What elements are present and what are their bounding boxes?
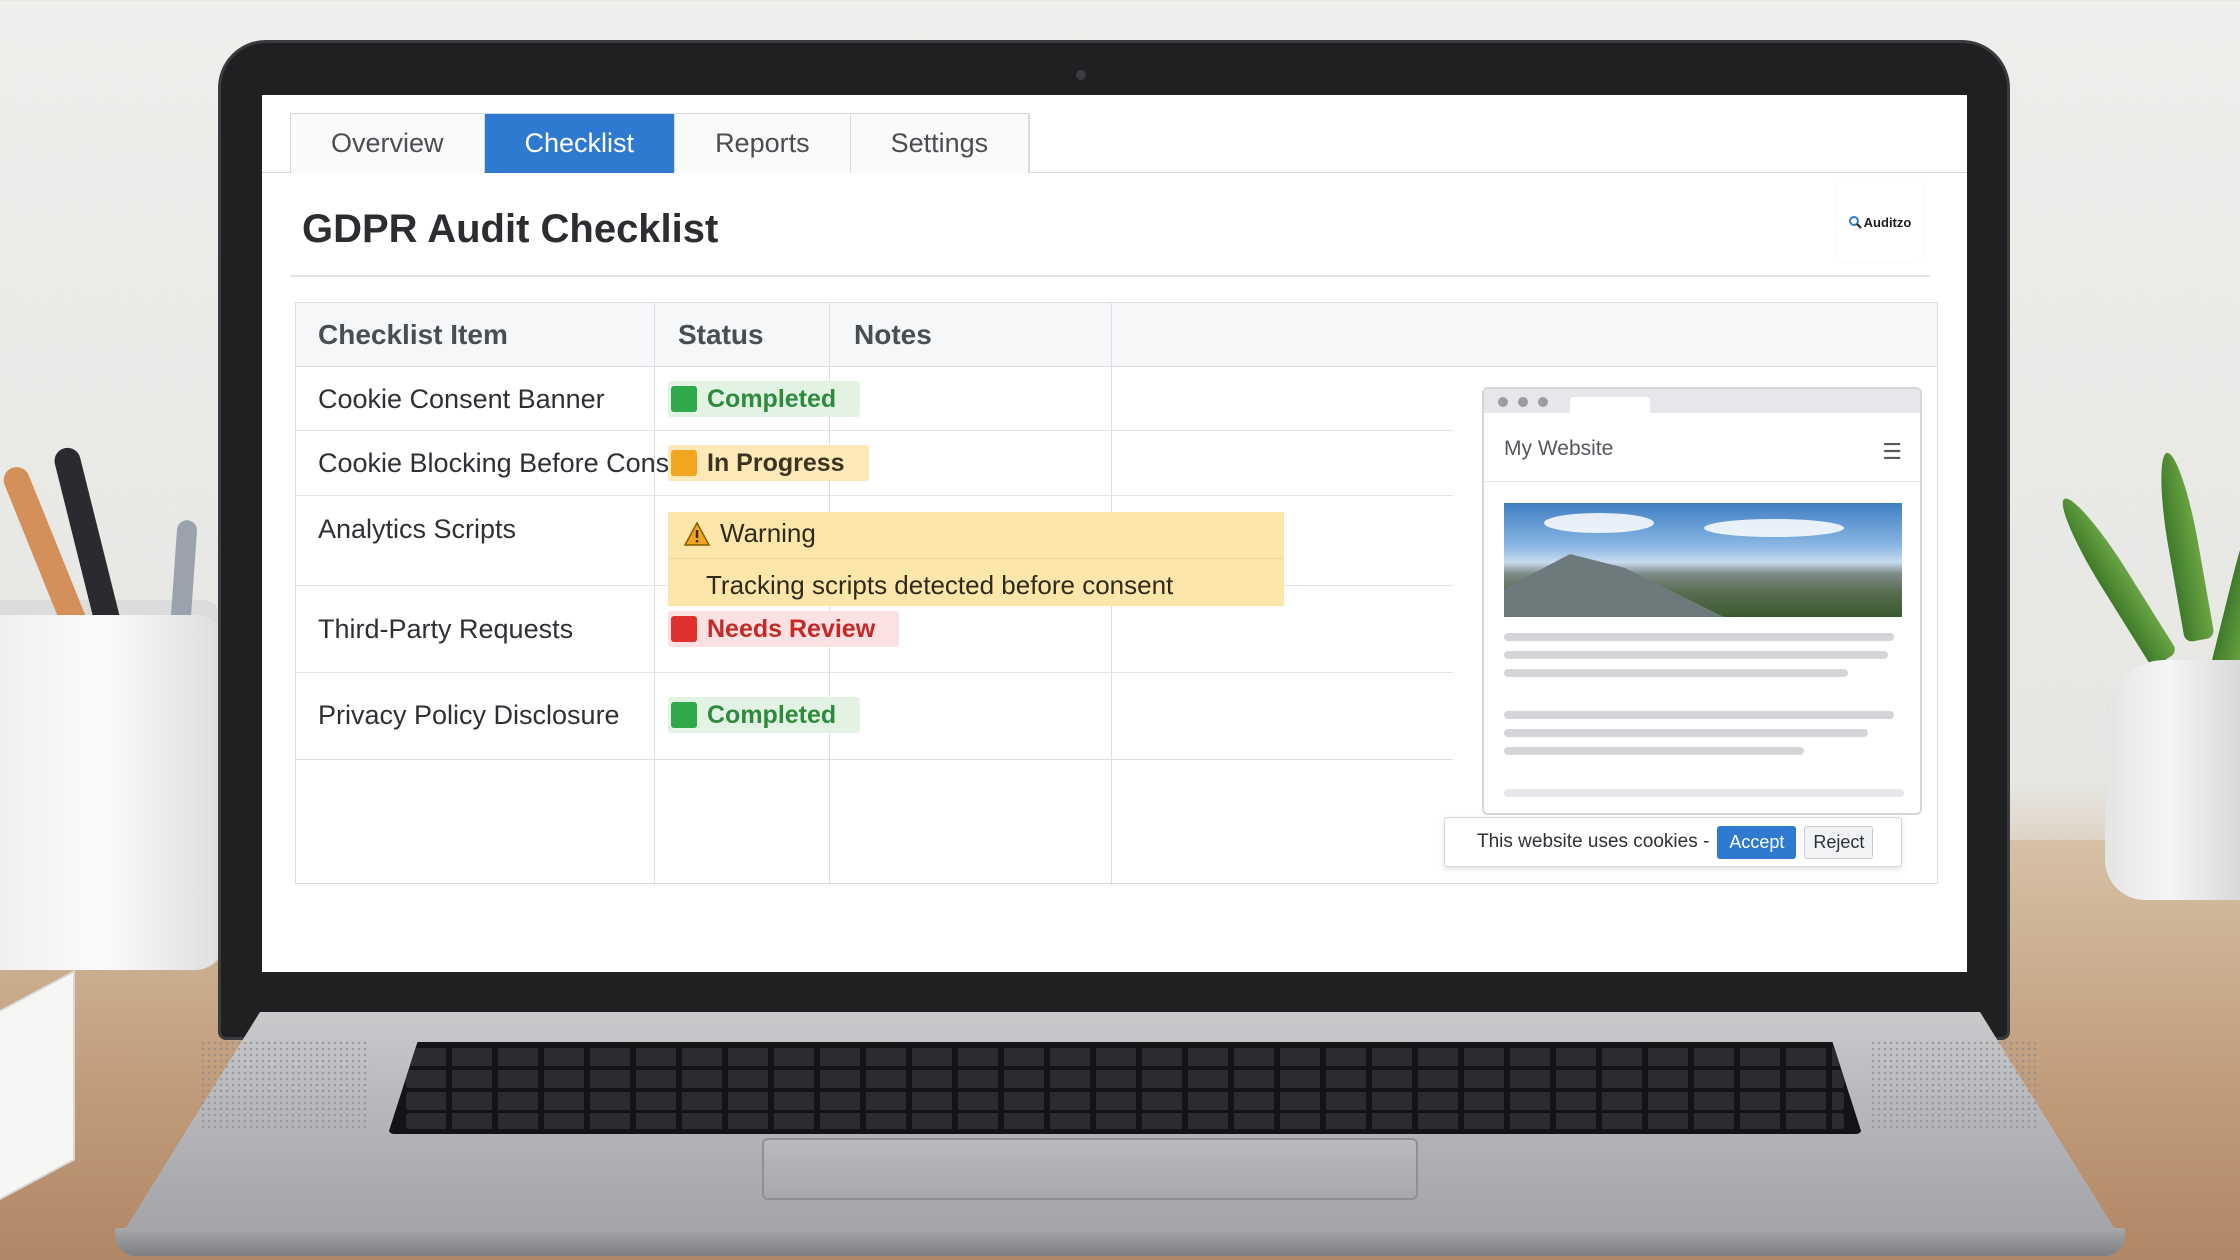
mountain xyxy=(1504,554,1724,617)
window-dot xyxy=(1538,397,1548,407)
table-row[interactable]: Analytics Scripts Warning Tracking scrip… xyxy=(296,496,1453,606)
status-badge: In Progress xyxy=(668,445,869,481)
cookie-message: This website uses cookies - xyxy=(1477,831,1710,852)
keyboard xyxy=(388,1042,1862,1134)
tab-bar: Overview Checklist Reports Settings xyxy=(290,113,1031,173)
logo-wordmark: Auditzo xyxy=(1848,214,1912,230)
status-color-square xyxy=(671,616,697,642)
key-row xyxy=(406,1092,1844,1110)
placeholder-text-line xyxy=(1504,729,1868,737)
status-badge-label: In Progress xyxy=(707,448,845,477)
table-row[interactable]: Privacy Policy Disclosure Completed xyxy=(296,673,1453,759)
warning-divider xyxy=(668,558,1284,559)
key-row xyxy=(406,1048,1844,1066)
checklist-item-label: Cookie Consent Banner xyxy=(318,384,605,414)
checklist-item-label: Privacy Policy Disclosure xyxy=(318,700,620,730)
status-badge-label: Completed xyxy=(707,700,837,729)
column-header-item: Checklist Item xyxy=(318,319,508,350)
speaker-grille-right xyxy=(1870,1040,2040,1130)
checklist-item-label: Analytics Scripts xyxy=(318,514,517,544)
page-title: GDPR Audit Checklist xyxy=(302,207,719,251)
browser-bar xyxy=(1484,389,1920,413)
accept-button[interactable]: Accept xyxy=(1717,825,1797,859)
website-preview: My Website ☰ xyxy=(1482,387,1922,815)
trackpad xyxy=(762,1138,1418,1200)
webcam xyxy=(1076,70,1086,80)
table-row[interactable]: Cookie Blocking Before Consent In Progre… xyxy=(296,431,1453,496)
checklist-item-label: Third-Party Requests xyxy=(318,614,574,644)
warning-title: Warning xyxy=(720,518,816,548)
browser-tab xyxy=(1570,397,1650,413)
tab-checklist[interactable]: Checklist xyxy=(484,114,676,173)
placeholder-text-line xyxy=(1504,747,1804,755)
placeholder-text-line xyxy=(1504,633,1894,641)
speaker-grille-left xyxy=(200,1040,370,1130)
key-row xyxy=(406,1113,1844,1129)
checklist-item-label: Cookie Blocking Before Consent xyxy=(318,448,707,478)
table-header: Checklist Item Status Notes xyxy=(296,303,1937,367)
status-badge: Completed xyxy=(668,697,861,733)
site-header-divider xyxy=(1484,481,1920,482)
status-color-square xyxy=(671,450,697,476)
logo-text: Auditzo xyxy=(1863,214,1912,230)
site-name: My Website xyxy=(1504,437,1614,460)
brand-logo: Auditzo xyxy=(1837,183,1922,261)
title-divider xyxy=(290,275,1930,277)
window-dot xyxy=(1498,397,1508,407)
plant-leaf xyxy=(2210,482,2240,674)
table-row[interactable]: Third-Party Requests Needs Review xyxy=(296,586,1453,673)
placeholder-text-line xyxy=(1504,789,1904,797)
column-header-notes: Notes xyxy=(854,319,932,350)
warning-header: Warning xyxy=(684,518,816,549)
tab-overview[interactable]: Overview xyxy=(291,114,485,173)
reject-button[interactable]: Reject xyxy=(1804,825,1874,859)
status-color-square xyxy=(671,702,697,728)
plant-leaf xyxy=(2051,490,2178,668)
key-row xyxy=(406,1070,1844,1088)
status-color-square xyxy=(671,386,697,412)
pen-cup xyxy=(0,615,225,970)
table-row[interactable]: Cookie Consent Banner Completed xyxy=(296,367,1453,431)
placeholder-text-line xyxy=(1504,651,1888,659)
warning-triangle-icon xyxy=(684,521,710,546)
cookie-consent-banner: This website uses cookies - Accept Rejec… xyxy=(1444,817,1902,867)
column-header-status: Status xyxy=(678,319,764,350)
tab-settings[interactable]: Settings xyxy=(850,114,1030,173)
status-badge: Needs Review xyxy=(668,611,900,647)
placeholder-text-line xyxy=(1504,711,1894,719)
status-badge: Completed xyxy=(668,381,861,417)
hero-image xyxy=(1504,503,1902,617)
tab-reports[interactable]: Reports xyxy=(675,114,851,173)
status-badge-label: Completed xyxy=(707,384,837,413)
plant-pot xyxy=(2105,660,2240,900)
checklist-table: Checklist Item Status Notes Cookie Conse… xyxy=(295,302,1938,885)
notebook xyxy=(0,970,75,1200)
cloud xyxy=(1704,519,1844,537)
hamburger-menu-icon[interactable]: ☰ xyxy=(1882,439,1902,465)
window-dot xyxy=(1518,397,1528,407)
cloud xyxy=(1544,513,1654,533)
plant-leaf xyxy=(2152,450,2215,643)
magnifier-logo-icon xyxy=(1848,216,1862,229)
placeholder-text-line xyxy=(1504,669,1848,677)
table-bottom-edge xyxy=(296,759,1453,760)
status-badge-label: Needs Review xyxy=(707,614,876,643)
app-screen: Overview Checklist Reports Settings GDPR… xyxy=(262,95,1967,972)
laptop-base-front xyxy=(115,1228,2125,1256)
